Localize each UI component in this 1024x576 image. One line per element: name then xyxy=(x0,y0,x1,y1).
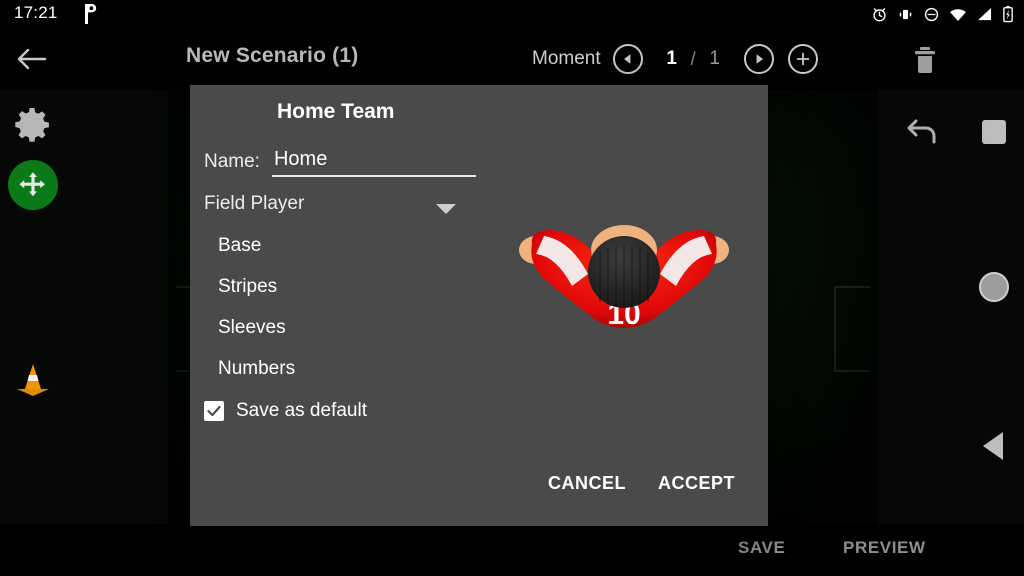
name-input-value: Home xyxy=(273,148,328,170)
kit-part-stripes[interactable]: Stripes xyxy=(218,276,277,298)
current-moment-number: 1 xyxy=(666,48,677,69)
name-label: Name: xyxy=(204,151,260,172)
kit-part-sleeves[interactable]: Sleeves xyxy=(218,317,286,339)
save-button[interactable]: SAVE xyxy=(738,538,785,558)
save-as-default-label: Save as default xyxy=(236,400,367,421)
cone-icon[interactable] xyxy=(12,358,54,400)
bottom-bar: SAVE PREVIEW xyxy=(0,524,1024,576)
name-row: Name: Home xyxy=(204,148,476,177)
app-root: New Scenario (1) Moment 1 / 1 SAVE PREVI… xyxy=(0,0,1024,576)
status-bar: 17:21 xyxy=(0,0,1024,28)
status-time: 17:21 xyxy=(14,3,58,22)
previous-moment-icon[interactable] xyxy=(612,44,643,74)
player-type-spinner[interactable]: Field Player xyxy=(204,193,460,223)
page-title: New Scenario (1) xyxy=(186,44,359,67)
home-team-dialog: Home Team Name: Home Field Player Base S… xyxy=(190,85,768,526)
battery-charging-icon xyxy=(1003,5,1013,23)
chevron-down-icon xyxy=(436,204,456,214)
trash-icon[interactable] xyxy=(908,43,942,77)
save-as-default-checkbox[interactable] xyxy=(204,401,224,421)
dialog-title: Home Team xyxy=(277,100,395,123)
total-moments-number: 1 xyxy=(709,48,720,69)
kit-part-numbers[interactable]: Numbers xyxy=(218,358,295,380)
cancel-button[interactable]: CANCEL xyxy=(548,473,626,494)
android-navigation-bar xyxy=(968,28,1024,576)
moment-label: Moment xyxy=(532,48,601,69)
player-type-value: Field Player xyxy=(204,193,305,214)
preview-button[interactable]: PREVIEW xyxy=(843,538,926,558)
accept-button[interactable]: ACCEPT xyxy=(658,473,735,494)
cellular-signal-icon xyxy=(977,7,992,20)
status-icons xyxy=(871,3,1014,25)
pocketcasts-icon xyxy=(82,4,98,24)
back-arrow-icon[interactable] xyxy=(14,44,50,74)
save-as-default-row[interactable]: Save as default xyxy=(204,400,367,422)
add-moment-icon[interactable] xyxy=(787,44,818,74)
vibrate-icon xyxy=(899,9,912,19)
next-moment-icon[interactable] xyxy=(743,44,774,74)
app-bar: New Scenario (1) Moment 1 / 1 xyxy=(0,28,1024,90)
moment-navigator: Moment 1 / 1 xyxy=(532,41,818,77)
move-tool-icon[interactable] xyxy=(8,160,58,210)
undo-icon[interactable] xyxy=(904,116,942,148)
kit-part-base[interactable]: Base xyxy=(218,235,261,257)
moment-separator: / xyxy=(690,48,696,69)
back-triangle-icon[interactable] xyxy=(983,432,1003,460)
do-not-disturb-icon xyxy=(924,7,939,21)
wifi-icon xyxy=(950,8,966,21)
alarm-icon xyxy=(873,7,886,21)
gear-icon[interactable] xyxy=(12,104,52,144)
name-input[interactable]: Home xyxy=(271,148,476,177)
home-circle-icon[interactable] xyxy=(979,272,1009,302)
field-player-preview: 10 xyxy=(514,210,734,340)
recents-square-icon[interactable] xyxy=(982,120,1006,144)
